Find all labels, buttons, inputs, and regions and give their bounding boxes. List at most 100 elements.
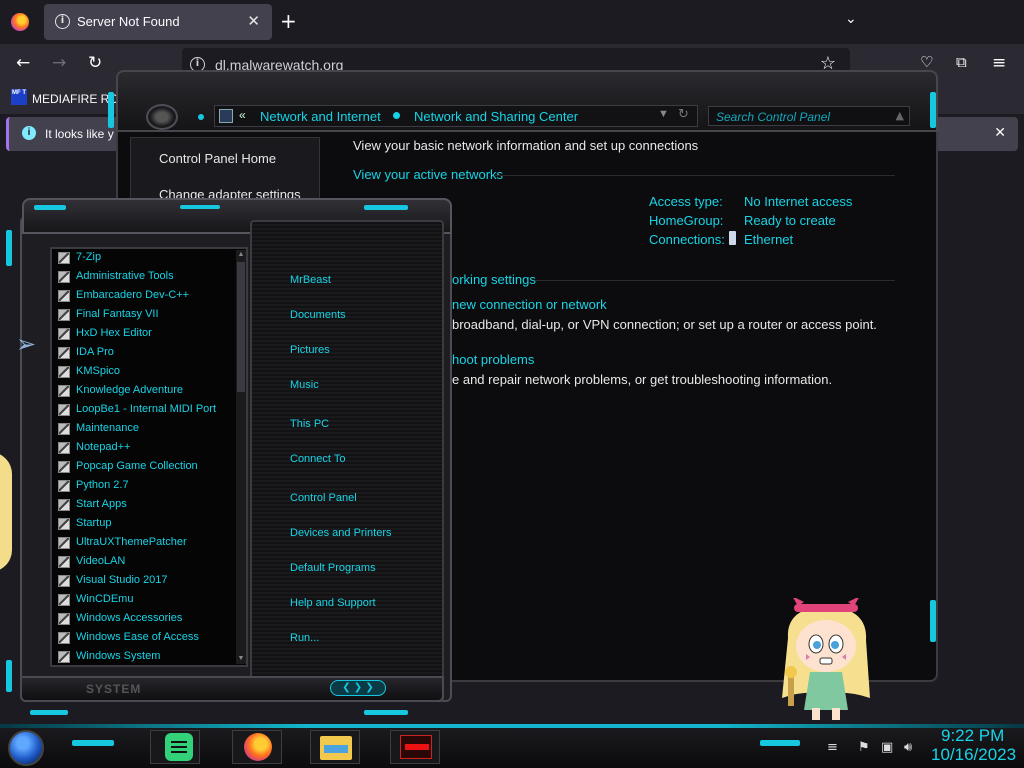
close-notification-icon[interactable]: ✕ xyxy=(994,125,1006,141)
frame-accent xyxy=(930,600,936,642)
troubleshoot-link[interactable]: hoot problems xyxy=(452,352,534,367)
info-icon: i xyxy=(55,14,70,29)
chevron-down-icon[interactable]: ⌄ xyxy=(845,11,857,27)
place-item[interactable]: Help and Support xyxy=(290,597,376,609)
program-folder-icon xyxy=(58,252,70,264)
homegroup-link[interactable]: Ready to create xyxy=(744,213,836,228)
place-item[interactable]: Music xyxy=(290,379,319,391)
screen: i Server Not Found ✕ + ⌄ ← → ↻ ♡ ⧉ ≡ i d… xyxy=(0,0,1024,768)
clock-date[interactable]: 10/16/2023 xyxy=(931,745,1016,765)
back-arrow-icon[interactable]: ← xyxy=(16,53,30,73)
show-hidden-icons[interactable]: ≡ xyxy=(827,740,838,755)
place-item[interactable]: Default Programs xyxy=(290,562,376,574)
volume-icon[interactable]: 🔊︎ xyxy=(904,740,912,755)
close-tab-icon[interactable]: ✕ xyxy=(247,12,260,30)
program-folder-icon xyxy=(58,347,70,359)
ethernet-link[interactable]: Ethernet xyxy=(744,232,793,247)
frame-accent xyxy=(34,205,66,210)
bookmark-item[interactable]: MEDIAFIRE RO xyxy=(32,92,119,106)
breadcrumb-sharing-center[interactable]: Network and Sharing Center xyxy=(414,109,578,124)
browser-tab[interactable]: i Server Not Found ✕ xyxy=(44,4,272,40)
place-item[interactable]: Pictures xyxy=(290,344,330,356)
place-item[interactable]: Run... xyxy=(290,632,319,644)
program-label: Windows Ease of Access xyxy=(76,631,199,643)
firefox-icon[interactable] xyxy=(11,13,29,31)
shutdown-arrows-button[interactable]: ❮ ❯ ❯ xyxy=(330,680,386,696)
place-item[interactable]: This PC xyxy=(290,418,329,430)
search-control-panel[interactable]: Search Control Panel ▲ xyxy=(708,106,910,126)
file-explorer-icon[interactable] xyxy=(320,736,352,760)
program-label: 7-Zip xyxy=(76,251,102,263)
flag-icon[interactable]: ⚑ xyxy=(858,740,870,755)
system-label: SYSTEM xyxy=(86,682,142,696)
firefox-taskbar-icon[interactable] xyxy=(244,733,272,761)
programs-scrollbar[interactable]: ▲ ▼ xyxy=(236,250,246,664)
program-label: LoopBe1 - Internal MIDI Port xyxy=(76,403,217,415)
program-label: UltraUXThemePatcher xyxy=(76,536,187,548)
back-orb-button[interactable] xyxy=(146,104,178,130)
access-type-label: Access type: xyxy=(649,194,723,209)
place-item[interactable]: Connect To xyxy=(290,453,345,465)
program-folder-icon xyxy=(58,537,70,549)
browser-tab-bar: i Server Not Found ✕ + ⌄ xyxy=(0,0,1024,44)
pocket-icon[interactable]: ♡ xyxy=(920,53,933,71)
refresh-icon[interactable]: ↻ xyxy=(678,107,689,122)
program-folder-icon xyxy=(58,290,70,302)
info-icon: i xyxy=(22,126,36,140)
program-folder-icon xyxy=(58,613,70,625)
pin-arrow-icon: ➢ xyxy=(16,330,37,358)
program-label: Startup xyxy=(76,517,112,529)
frame-accent xyxy=(180,205,220,209)
program-folder-icon xyxy=(58,651,70,663)
new-tab-plus-icon[interactable]: + xyxy=(280,9,297,33)
scroll-thumb[interactable] xyxy=(237,262,245,392)
address-bar[interactable]: « Network and Internet Network and Shari… xyxy=(214,105,698,127)
program-folder-icon xyxy=(58,556,70,568)
breadcrumb-overflow[interactable]: « xyxy=(239,108,246,122)
program-label: Maintenance xyxy=(76,422,139,434)
active-networks-heading: View your active networks xyxy=(353,167,504,182)
place-item[interactable]: Documents xyxy=(290,309,346,321)
notification-text: It looks like y xyxy=(45,127,114,141)
page-heading: View your basic network information and … xyxy=(353,138,699,153)
app-icon[interactable] xyxy=(400,735,432,759)
program-label: KMSpico xyxy=(76,365,121,377)
start-menu-footer: SYSTEM ❮ ❯ ❯ xyxy=(20,676,444,702)
sidebar-item-home[interactable]: Control Panel Home xyxy=(159,151,276,166)
program-folder-icon xyxy=(58,385,70,397)
nav-dot-icon xyxy=(198,114,204,120)
program-label: Start Apps xyxy=(76,498,127,510)
notes-icon[interactable] xyxy=(165,733,193,761)
frame-accent xyxy=(364,710,408,715)
program-label: Knowledge Adventure xyxy=(76,384,184,396)
place-item[interactable]: Control Panel xyxy=(290,492,357,504)
reload-icon[interactable]: ↻ xyxy=(88,53,102,73)
frame-accent xyxy=(930,92,936,128)
connections-label: Connections: xyxy=(649,232,725,247)
network-icon[interactable]: ▣ xyxy=(881,740,893,755)
scroll-down-icon[interactable]: ▼ xyxy=(236,654,246,664)
program-label: Final Fantasy VII xyxy=(76,308,159,320)
program-folder-icon xyxy=(58,461,70,473)
breadcrumb-network-internet[interactable]: Network and Internet xyxy=(260,109,381,124)
extensions-icon[interactable]: ⧉ xyxy=(956,53,967,71)
breadcrumb-separator-icon xyxy=(393,112,400,119)
access-type-value: No Internet access xyxy=(744,194,853,209)
search-icon[interactable]: ▲ xyxy=(896,109,904,122)
place-item[interactable]: Devices and Printers xyxy=(290,527,392,539)
start-button[interactable] xyxy=(8,730,44,766)
program-folder-icon xyxy=(58,309,70,321)
new-connection-desc: broadband, dial-up, or VPN connection; o… xyxy=(452,317,877,332)
menu-icon[interactable]: ≡ xyxy=(992,53,1006,73)
scroll-up-icon[interactable]: ▲ xyxy=(236,250,246,260)
clock-time[interactable]: 9:22 PM xyxy=(941,726,1004,746)
new-connection-link[interactable]: new connection or network xyxy=(452,297,607,312)
address-dropdown-icon[interactable]: ▼ xyxy=(658,108,669,120)
place-item[interactable]: MrBeast xyxy=(290,274,331,286)
start-menu-places xyxy=(250,220,444,702)
forward-arrow-icon[interactable]: → xyxy=(52,53,66,73)
program-folder-icon xyxy=(58,575,70,587)
program-folder-icon xyxy=(58,442,70,454)
program-label: Notepad++ xyxy=(76,441,131,453)
frame-accent xyxy=(72,740,114,746)
